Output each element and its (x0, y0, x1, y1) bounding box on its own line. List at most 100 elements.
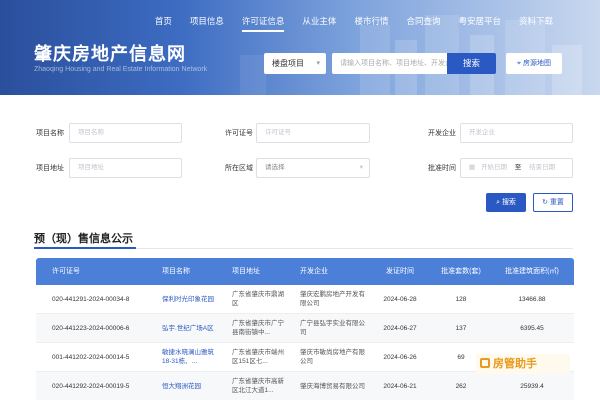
app-logo-icon (480, 358, 490, 368)
issue-date-cell: 2024-06-21 (383, 382, 417, 390)
project-name-text: 敏捷水晓澜山雅筑18-31栋、... (162, 349, 214, 365)
address-input[interactable]: 项目地址 (69, 158, 182, 178)
house-map-label: 房源地图 (522, 60, 551, 67)
nav-project-info[interactable]: 项目信息 (181, 14, 233, 28)
nav-license-info[interactable]: 许可证信息 (233, 14, 294, 32)
filter-search-label: 搜索 (501, 199, 516, 206)
calendar-icon: ▦ (469, 164, 476, 171)
issue-date-cell: 2024-06-26 (383, 353, 417, 361)
watermark-badge: 房管助手 (476, 354, 570, 374)
project-name-input[interactable]: 项目名称 (69, 123, 182, 143)
area-cell: 13466.88 (518, 295, 546, 303)
nav-practitioners[interactable]: 从业主体 (293, 14, 345, 28)
license-label: 许可证号 (225, 130, 253, 137)
table-row: 020-441223-2024-00006-6 弘宇.世纪广场A区 广东省肇庆市… (36, 314, 574, 343)
developer-text: 肇庆宏鹏房地产开发有限公司 (300, 291, 365, 307)
issue-date-cell: 2024-06-28 (383, 295, 417, 303)
area-cell: 25939.4 (520, 382, 544, 390)
license-cell: 020-441223-2024-00006-6 (52, 324, 130, 332)
refresh-icon: ↻ (542, 199, 548, 206)
date-separator: 至 (514, 164, 522, 171)
address-text: 广东省肇庆市高新区北江大道1... (232, 378, 284, 394)
watermark-text: 房管助手 (493, 358, 537, 370)
address-cell: 广东省肇庆市高新区北江大道1... (222, 377, 290, 395)
building-decoration (240, 55, 266, 95)
developer-cell: 肇庆宏鹏房地产开发有限公司 (290, 290, 368, 308)
developer-placeholder: 开发企业 (469, 129, 495, 136)
nav-yueanju-platform[interactable]: 粤安居平台 (449, 14, 510, 28)
location-pin-icon: ⌖ (517, 60, 521, 67)
license-placeholder: 许可证号 (265, 129, 291, 136)
col-developer: 开发企业 (300, 268, 328, 275)
project-name-label: 项目名称 (36, 130, 64, 137)
date-label: 批准时间 (428, 165, 456, 172)
filter-reset-button[interactable]: ↻ 重置 (533, 193, 573, 212)
developer-label: 开发企业 (428, 130, 456, 137)
license-cell: 001-441202-2024-00014-5 (52, 353, 130, 361)
search-type-value: 楼盘项目 (272, 59, 304, 68)
col-issue-date: 发证时间 (386, 268, 414, 275)
search-type-select[interactable]: 楼盘项目 ▾ (264, 53, 326, 74)
units-cell: 128 (455, 295, 467, 303)
project-link[interactable]: 保利时光印象花园 (152, 295, 222, 304)
region-select[interactable]: 请选择 ▾ (256, 158, 370, 178)
nav-home[interactable]: 首页 (146, 14, 181, 28)
project-link[interactable]: 恒大翔洲花园 (152, 382, 222, 391)
developer-text: 广宁县弘宇实业有限公司 (300, 320, 365, 336)
developer-input[interactable]: 开发企业 (460, 123, 573, 143)
search-button[interactable]: 搜索 (447, 53, 496, 74)
project-name-text: 恒大翔洲花园 (162, 382, 201, 390)
units-cell: 137 (455, 324, 467, 332)
region-placeholder: 请选择 (265, 164, 285, 171)
license-cell: 020-441291-2024-00034-8 (52, 295, 130, 303)
filter-reset-label: 重置 (549, 199, 564, 206)
nav-downloads[interactable]: 资料下载 (510, 14, 562, 28)
developer-cell: 广宁县弘宇实业有限公司 (290, 319, 368, 337)
col-approved-units: 批准套数(套) (441, 268, 481, 275)
developer-cell: 肇庆市敏尚房地产有限公司 (290, 348, 368, 366)
units-cell: 262 (455, 382, 467, 390)
area-cell: 6395.45 (520, 324, 544, 332)
col-license: 许可证号 (52, 268, 80, 275)
nav-market[interactable]: 楼市行情 (345, 14, 397, 28)
project-name-text: 弘宇.世纪广场A区 (162, 324, 214, 332)
project-link[interactable]: 弘宇.世纪广场A区 (152, 324, 222, 333)
license-cell: 020-441292-2024-00019-5 (52, 382, 130, 390)
region-label: 所在区域 (225, 165, 253, 172)
project-name-placeholder: 项目名称 (78, 129, 104, 136)
developer-text: 肇庆海博贸易有限公司 (300, 382, 365, 390)
chevron-down-icon: ▾ (359, 164, 363, 171)
project-name-text: 保利时光印象花园 (162, 295, 214, 303)
presale-table: 许可证号 项目名称 项目地址 开发企业 发证时间 批准套数(套) 批准建筑面积(… (36, 258, 574, 400)
issue-date-cell: 2024-06-27 (383, 324, 417, 332)
developer-cell: 肇庆海博贸易有限公司 (290, 382, 368, 391)
filter-search-button[interactable]: ⌕ 搜索 (486, 193, 526, 212)
address-placeholder: 项目地址 (78, 164, 104, 171)
table-header: 许可证号 项目名称 项目地址 开发企业 发证时间 批准套数(套) 批准建筑面积(… (36, 258, 574, 285)
table-row: 020-441291-2024-00034-8 保利时光印象花园 广东省肇庆市鼎… (36, 285, 574, 314)
address-label: 项目地址 (36, 165, 64, 172)
nav-contract-query[interactable]: 合同查询 (397, 14, 449, 28)
date-end-placeholder: 结束日期 (529, 164, 556, 171)
address-cell: 广东省肇庆市鼎湖区 (222, 290, 290, 308)
address-cell: 广东省肇庆市端州区151区七... (222, 348, 290, 366)
header-banner: 首页 项目信息 许可证信息 从业主体 楼市行情 合同查询 粤安居平台 资料下载 … (0, 0, 600, 95)
site-subtitle: Zhaoqing Housing and Real Estate Informa… (34, 66, 208, 73)
address-text: 广东省肇庆市广宁县南街镇中... (232, 320, 284, 336)
col-address: 项目地址 (232, 268, 260, 275)
project-link[interactable]: 敏捷水晓澜山雅筑18-31栋、... (152, 348, 222, 366)
developer-text: 肇庆市敏尚房地产有限公司 (300, 349, 365, 365)
date-start-placeholder: 开始日期 (480, 164, 507, 171)
col-project-name: 项目名称 (162, 268, 190, 275)
search-icon: ⌕ (496, 199, 500, 206)
section-title: 预（现）售信息公示 (34, 233, 133, 245)
house-map-button[interactable]: ⌖ 房源地图 (506, 53, 562, 74)
address-text: 广东省肇庆市鼎湖区 (232, 291, 284, 307)
site-title: 肇庆房地产信息网 (34, 44, 186, 64)
search-input[interactable] (332, 53, 447, 74)
section-title-underline (34, 247, 136, 249)
address-cell: 广东省肇庆市广宁县南街镇中... (222, 319, 290, 337)
chevron-down-icon: ▾ (316, 60, 320, 67)
date-range-picker[interactable]: ▦ 开始日期 至 结束日期 (460, 158, 573, 178)
license-input[interactable]: 许可证号 (256, 123, 370, 143)
